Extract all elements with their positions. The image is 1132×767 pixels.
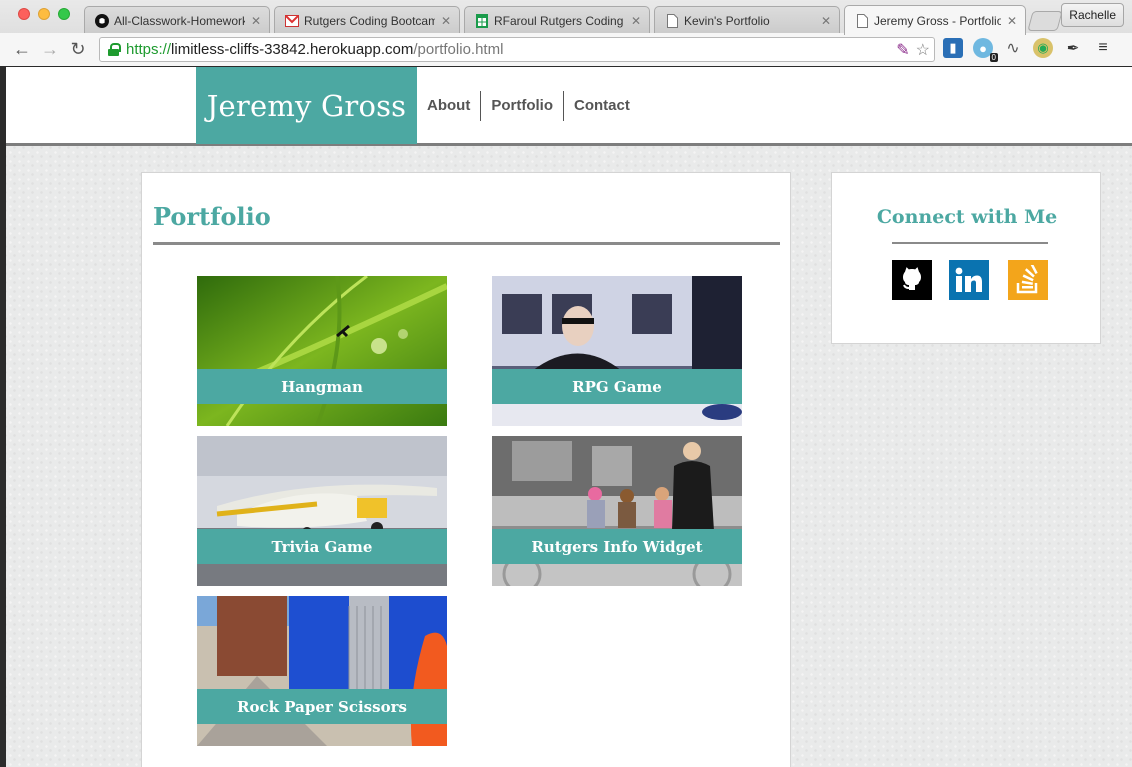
tab-strip: All-Classwork-Homework ✕ Rutgers Coding … xyxy=(84,4,1063,35)
minimize-window-button[interactable] xyxy=(38,8,50,20)
connect-card: Connect with Me xyxy=(831,172,1101,344)
tab-gmail[interactable]: Rutgers Coding Bootcamp ✕ xyxy=(274,6,460,34)
document-icon xyxy=(855,13,869,28)
portfolio-card: Portfolio Hangman RPG Game Trivia Game R… xyxy=(141,172,791,767)
tab-title: RFaroul Rutgers Coding B xyxy=(494,13,625,28)
extension-icon[interactable]: ▮ xyxy=(943,38,963,58)
globe-extension-icon[interactable]: ◉ xyxy=(1033,38,1053,58)
tab-sheets[interactable]: RFaroul Rutgers Coding B ✕ xyxy=(464,6,650,34)
site-brand[interactable]: Jeremy Gross xyxy=(196,67,417,144)
github-icon[interactable] xyxy=(892,260,932,300)
tab-all-classwork[interactable]: All-Classwork-Homework ✕ xyxy=(84,6,270,34)
pulse-extension-icon[interactable]: ∿ xyxy=(1003,38,1023,58)
project-tile-hangman[interactable]: Hangman xyxy=(197,276,447,426)
maximize-window-button[interactable] xyxy=(58,8,70,20)
sheets-icon xyxy=(475,13,489,28)
project-label: Hangman xyxy=(197,369,447,404)
project-label: Trivia Game xyxy=(197,529,447,564)
feather-icon[interactable]: ✎ xyxy=(896,40,909,60)
close-tab-icon[interactable]: ✕ xyxy=(251,14,261,28)
eyedropper-icon[interactable]: ✒ xyxy=(1063,38,1083,58)
site-header: Jeremy Gross About Portfolio Contact xyxy=(6,67,1132,146)
nav-portfolio[interactable]: Portfolio xyxy=(480,90,563,121)
nav-contact[interactable]: Contact xyxy=(562,90,640,121)
project-label: Rutgers Info Widget xyxy=(492,529,742,564)
url-path: /portfolio.html xyxy=(413,41,504,58)
stackoverflow-icon[interactable] xyxy=(1008,260,1048,300)
nav-about[interactable]: About xyxy=(417,91,480,121)
bookmark-star-icon[interactable]: ☆ xyxy=(916,40,930,60)
close-tab-icon[interactable]: ✕ xyxy=(631,14,641,28)
tab-kevins-portfolio[interactable]: Kevin's Portfolio ✕ xyxy=(654,6,840,34)
menu-icon[interactable]: ≡ xyxy=(1093,38,1113,58)
project-label: RPG Game xyxy=(492,369,742,404)
back-arrow-icon[interactable]: ← xyxy=(11,38,33,60)
forward-arrow-icon[interactable]: → xyxy=(39,38,61,60)
document-icon xyxy=(665,13,679,28)
profile-button[interactable]: Rachelle xyxy=(1061,3,1124,27)
tab-title: Rutgers Coding Bootcamp xyxy=(304,13,435,28)
project-tile-rock-paper-scissors[interactable]: Rock Paper Scissors xyxy=(197,596,447,746)
tab-jeremy-portfolio[interactable]: Jeremy Gross - Portfolio ✕ xyxy=(844,5,1026,35)
reload-icon[interactable]: ↻ xyxy=(67,38,89,60)
extension-bar: ▮ ● 0 ∿ ◉ ✒ ≡ xyxy=(943,38,1113,62)
ghost-extension-icon[interactable]: ● 0 xyxy=(973,38,998,62)
address-bar[interactable]: https:// limitless-cliffs-33842.herokuap… xyxy=(99,37,935,62)
browser-chrome: All-Classwork-Homework ✕ Rutgers Coding … xyxy=(0,0,1132,66)
tab-title: All-Classwork-Homework xyxy=(114,13,245,28)
connect-divider xyxy=(892,242,1048,244)
page-viewport: Jeremy Gross About Portfolio Contact Por… xyxy=(6,67,1132,767)
browser-toolbar: ← → ↻ https:// limitless-cliffs-33842.he… xyxy=(0,33,1132,66)
close-window-button[interactable] xyxy=(18,8,30,20)
lock-icon xyxy=(108,43,121,56)
close-tab-icon[interactable]: ✕ xyxy=(821,14,831,28)
tab-title: Jeremy Gross - Portfolio xyxy=(874,13,1001,28)
url-host: limitless-cliffs-33842.herokuapp.com xyxy=(171,41,414,58)
gmail-icon xyxy=(285,14,299,28)
page-title: Portfolio xyxy=(153,202,271,231)
github-icon xyxy=(95,13,109,28)
close-tab-icon[interactable]: ✕ xyxy=(441,14,451,28)
project-label: Rock Paper Scissors xyxy=(197,689,447,724)
new-tab-button[interactable] xyxy=(1027,11,1063,31)
linkedin-icon[interactable] xyxy=(949,260,989,300)
window-controls xyxy=(18,8,70,20)
close-tab-icon[interactable]: ✕ xyxy=(1007,14,1017,28)
connect-title: Connect with Me xyxy=(876,206,1058,228)
project-tile-rpg-game[interactable]: RPG Game xyxy=(492,276,742,426)
site-nav: About Portfolio Contact xyxy=(417,67,640,144)
url-scheme: https:// xyxy=(126,41,172,58)
extension-badge: 0 xyxy=(989,53,998,62)
project-tile-trivia-game[interactable]: Trivia Game xyxy=(197,436,447,586)
project-tile-rutgers-info-widget[interactable]: Rutgers Info Widget xyxy=(492,436,742,586)
title-divider xyxy=(153,242,780,245)
tab-title: Kevin's Portfolio xyxy=(684,13,770,28)
